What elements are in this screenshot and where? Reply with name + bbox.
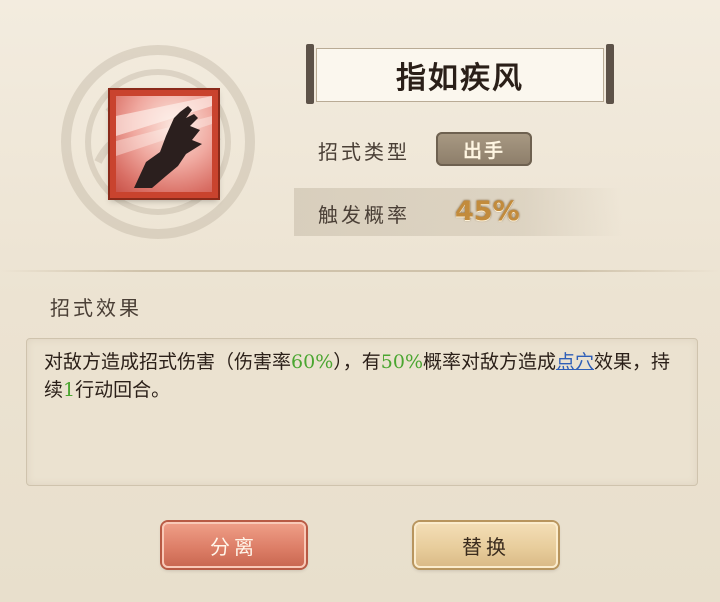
skill-icon-frame[interactable]: [110, 90, 218, 198]
turns-value: 1: [63, 379, 76, 401]
effect-text-2: ），有: [333, 351, 381, 373]
effect-title: 招式效果: [50, 296, 142, 320]
effect-description: 对敌方造成招式伤害（伤害率60%），有50%概率对敌方造成点穴效果，持续1行动回…: [44, 348, 674, 404]
type-label: 招式类型: [318, 140, 410, 164]
status-effect-link[interactable]: 点穴: [556, 351, 594, 373]
claw-hand-icon: [116, 96, 212, 192]
skill-detail-panel: 指如疾风 招式类型 出手 触发概率 45% 招式效果 对敌方造成招式伤害（伤害率…: [0, 0, 720, 602]
effect-text-1: 对敌方造成招式伤害（伤害率: [44, 351, 292, 373]
effect-text-3: 概率对敌方造成: [423, 351, 557, 373]
damage-rate-value: 60%: [291, 351, 334, 373]
skill-title-plate: 指如疾风: [306, 44, 614, 104]
chance-value: 50%: [380, 351, 423, 373]
type-badge: 出手: [436, 132, 532, 166]
skill-name: 指如疾风: [396, 61, 524, 96]
section-divider: [0, 270, 720, 272]
rate-label: 触发概率: [318, 203, 410, 227]
replace-button[interactable]: 替换: [414, 522, 558, 568]
effect-text-5: 行动回合。: [75, 379, 171, 401]
rate-value: 45%: [455, 196, 520, 227]
split-button[interactable]: 分离: [162, 522, 306, 568]
